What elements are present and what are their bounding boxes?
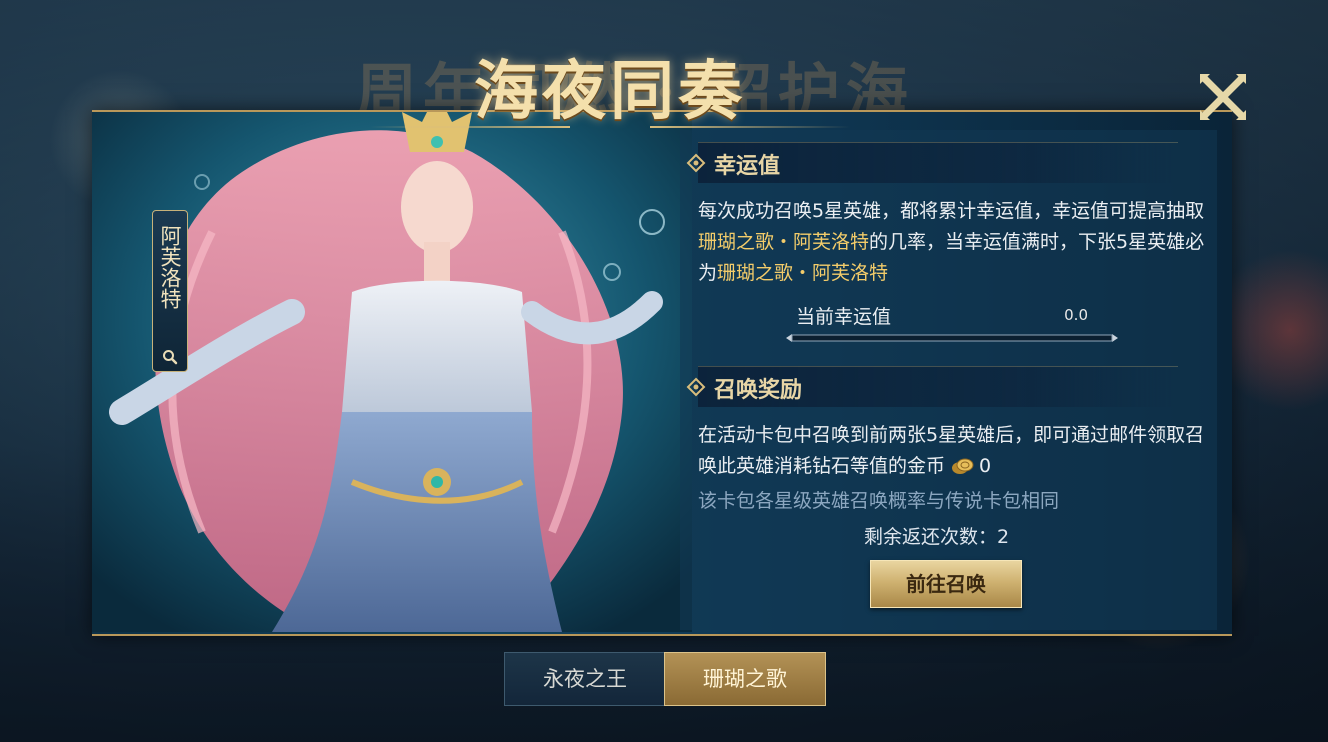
luck-section-header: 幸运值 [686,142,1178,183]
reward-description: 在活动卡包中召唤到前两张5星英雄后，即可通过邮件领取召唤此英雄消耗钻石等值的金币… [698,420,1208,482]
luck-desc-hero-1: 珊瑚之歌・阿芙洛特 [698,231,870,253]
reward-section-title: 召唤奖励 [714,377,803,403]
luck-progress-bar [786,334,1118,342]
title-divider-right [650,126,850,128]
diamond-ornament-icon [686,153,706,173]
gold-coin-icon [952,458,974,474]
hero-name: 阿芙洛特 [158,225,182,309]
luck-desc-text-1: 每次成功召唤5星英雄，都将累计幸运值，幸运值可提高抽取 [698,200,1205,222]
hero-name-tag[interactable]: 阿芙洛特 [152,210,188,372]
magnifier-icon [163,350,178,365]
remaining-refunds: 剩余返还次数：2 [864,526,1010,548]
close-icon [1200,74,1246,120]
tab-eternal-night-king[interactable]: 永夜之王 [504,652,666,706]
close-button[interactable] [1196,70,1250,124]
luck-desc-hero-2: 珊瑚之歌・阿芙洛特 [717,262,889,284]
title-divider-left [370,126,570,128]
coin-amount: 0 [979,455,992,477]
diamond-ornament-icon [686,377,706,397]
luck-description: 每次成功召唤5星英雄，都将累计幸运值，幸运值可提高抽取珊瑚之歌・阿芙洛特的几率，… [698,196,1208,289]
event-title: 海夜同奏 [474,54,746,129]
event-title-banner: 海夜同奏 [330,40,890,130]
probability-note: 该卡包各星级英雄召唤概率与传说卡包相同 [698,490,1060,512]
current-luck-label: 当前幸运值 [796,306,892,328]
tab-coral-song[interactable]: 珊瑚之歌 [664,652,826,706]
go-summon-button[interactable]: 前往召唤 [870,560,1022,608]
luck-section-title: 幸运值 [714,153,781,179]
reward-section-header: 召唤奖励 [686,366,1178,407]
current-luck-value: 0.0 [1064,306,1088,324]
mermaid-hero-artwork [92,112,692,632]
